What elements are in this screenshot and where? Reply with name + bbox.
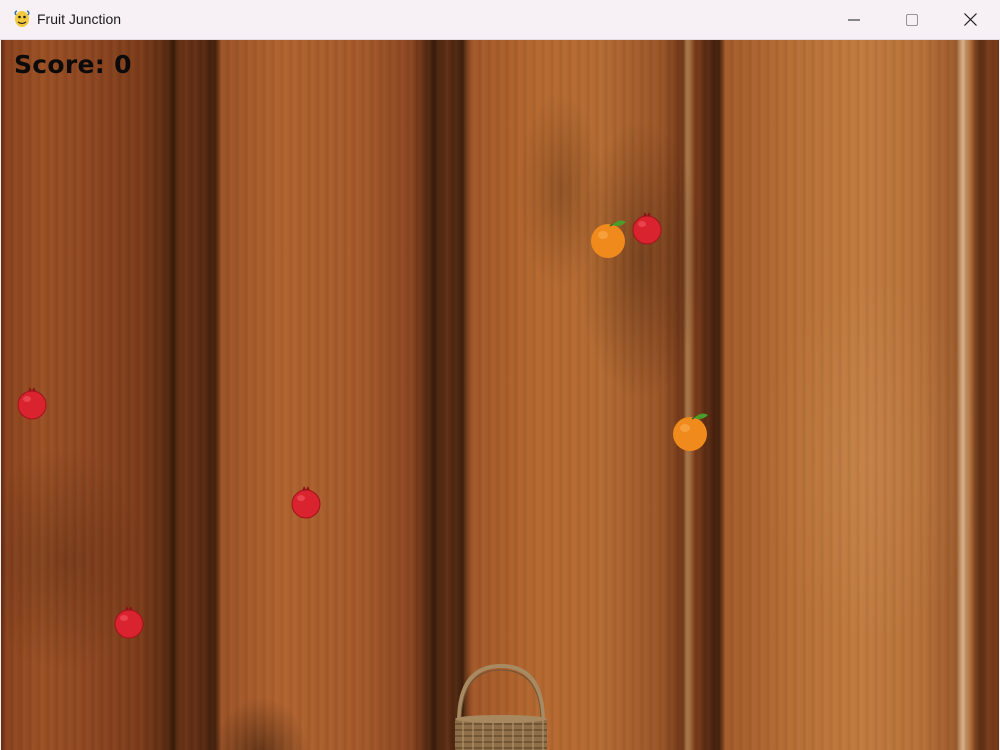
pomegranate-icon (291, 486, 321, 519)
close-button[interactable] (941, 0, 999, 39)
maximize-button[interactable] (883, 0, 941, 39)
basket-icon[interactable] (451, 662, 551, 750)
python-icon (14, 10, 30, 27)
title-bar[interactable]: Fruit Junction (0, 0, 1000, 40)
minimize-icon (848, 19, 860, 20)
game-canvas[interactable]: Score: 0 (1, 40, 999, 750)
pomegranate-icon (114, 606, 144, 639)
maximize-icon (906, 13, 918, 26)
pomegranate-icon (632, 212, 662, 245)
close-icon (963, 13, 977, 26)
window-title: Fruit Junction (37, 11, 122, 27)
score-label: Score: 0 (14, 50, 132, 79)
minimize-button[interactable] (825, 0, 883, 39)
pomegranate-icon (17, 387, 47, 420)
orange-icon (591, 220, 626, 258)
wood-planks-background (1, 40, 999, 750)
orange-icon (673, 413, 708, 451)
game-window: Fruit Junction Score: 0 (0, 0, 1000, 750)
